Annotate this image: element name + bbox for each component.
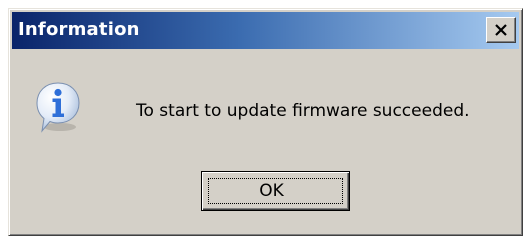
ok-button[interactable]: OK: [201, 171, 350, 211]
dialog-body: To start to update firmware succeeded. O…: [12, 49, 519, 232]
ok-button-label: OK: [259, 181, 284, 201]
information-icon: [36, 82, 80, 133]
close-icon: [495, 24, 507, 36]
close-button[interactable]: [486, 17, 516, 43]
message-text: To start to update firmware succeeded.: [136, 101, 470, 121]
dialog-title: Information: [18, 19, 140, 40]
focus-rectangle: OK: [208, 178, 343, 204]
information-dialog: Information To start to update firmware …: [8, 8, 523, 236]
title-bar[interactable]: Information: [12, 12, 519, 49]
